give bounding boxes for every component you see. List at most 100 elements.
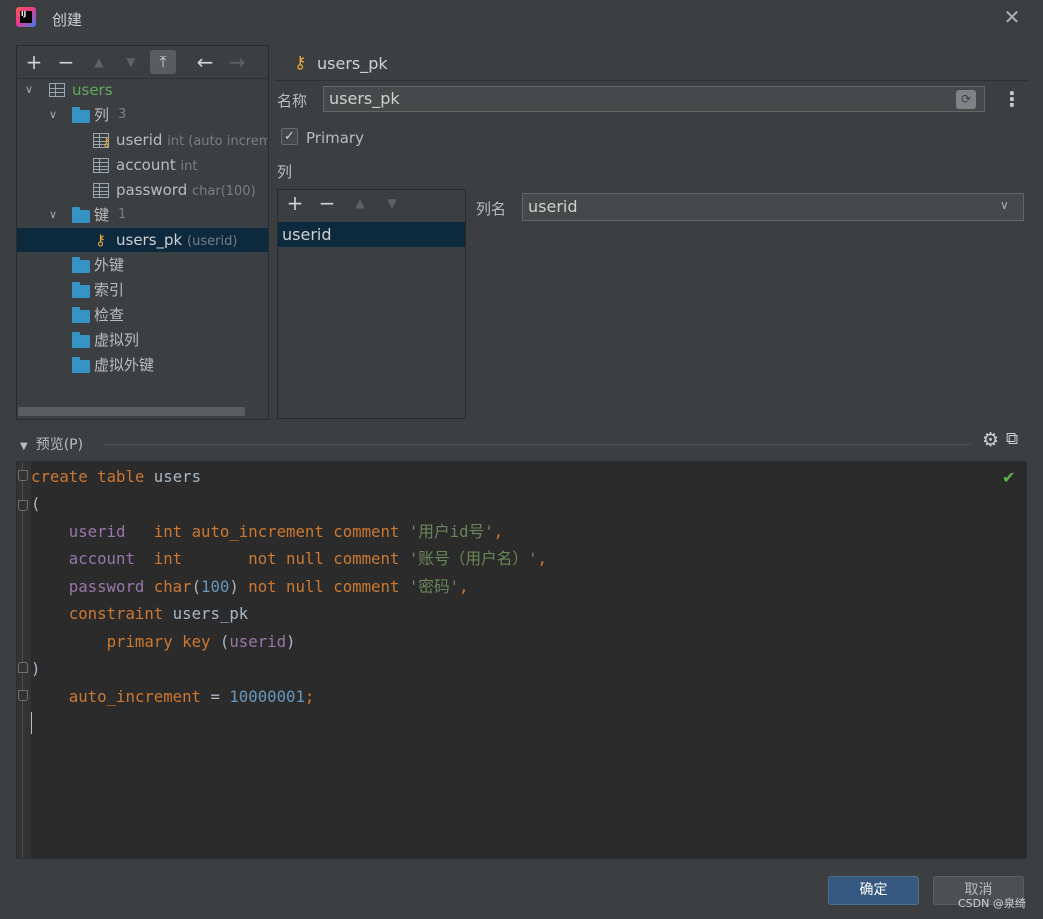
tree-item-virtual-columns[interactable]: 虚拟列 <box>17 328 268 352</box>
key-detail: (userid) <box>187 234 238 249</box>
tree-item-column[interactable]: password char(100) <box>17 178 268 202</box>
folder-icon <box>72 282 90 298</box>
detail-header-title: users_pk <box>317 54 388 73</box>
chevron-down-icon[interactable]: ∨ <box>49 203 61 221</box>
back-arrow-icon[interactable]: ← <box>192 50 218 74</box>
list-item[interactable]: userid <box>278 222 465 247</box>
tree-item-column[interactable]: ⚷ userid int (auto increme <box>17 128 268 152</box>
schema-tree-panel: + − ▲ ▼ ⤒ ← → ∨ users ∨ 列 3 ⚷ userid int… <box>16 45 269 420</box>
name-input[interactable]: users_pk <box>323 86 985 112</box>
column-name: userid <box>116 131 163 149</box>
tree-item-checks[interactable]: 检查 <box>17 303 268 327</box>
key-icon: ⚷ <box>102 135 111 149</box>
key-icon: ⚷ <box>294 53 307 73</box>
text-cursor <box>31 712 32 734</box>
show-pin-icon[interactable]: ⤒ <box>150 50 176 74</box>
tree-item-label: 索引 <box>94 281 125 299</box>
code-line: ( <box>31 494 41 513</box>
no-problems-check-icon: ✔ <box>1002 468 1016 487</box>
folder-icon <box>72 257 90 273</box>
tree-item-users[interactable]: ∨ users <box>17 78 268 102</box>
add-icon[interactable]: + <box>282 191 308 215</box>
folder-icon <box>72 357 90 373</box>
key-icon: ⚷ <box>95 231 106 249</box>
remove-icon[interactable]: − <box>53 50 79 74</box>
column-icon <box>93 158 109 173</box>
triangle-down-icon: ▼ <box>20 441 28 452</box>
count-badge: 1 <box>118 207 127 222</box>
divider <box>103 444 971 445</box>
remove-icon[interactable]: − <box>314 191 340 215</box>
tree-item-columns-folder[interactable]: ∨ 列 3 <box>17 103 268 127</box>
tree-item-label: 虚拟外键 <box>94 356 155 374</box>
add-icon[interactable]: + <box>21 50 47 74</box>
code-line: account int not null comment '账号（用户名）', <box>68 549 547 568</box>
tree-item-foreign-keys[interactable]: 外键 <box>17 253 268 277</box>
column-name: account <box>116 156 176 174</box>
tree-item-key[interactable]: ⚷ users_pk (userid) <box>17 228 268 252</box>
code-line: primary key (userid) <box>106 632 296 651</box>
code-line: constraint users_pk <box>68 604 249 623</box>
tree-item-virtual-foreign-keys[interactable]: 虚拟外键 <box>17 353 268 377</box>
move-up-icon[interactable]: ▲ <box>86 50 112 74</box>
tree-item-label: users <box>72 81 113 99</box>
column-type: int (auto increme <box>167 134 268 149</box>
gear-icon[interactable]: ⚙ <box>982 429 999 451</box>
folder-icon <box>72 307 90 323</box>
code-line: auto_increment = 10000001; <box>68 687 315 706</box>
tree-item-label: 外键 <box>94 256 125 274</box>
code-line: ) <box>31 659 41 678</box>
column-name-select[interactable]: userid <box>522 193 1024 221</box>
move-down-icon[interactable]: ▼ <box>118 50 144 74</box>
more-options-icon[interactable]: ⋮ <box>1002 88 1022 110</box>
forward-arrow-icon[interactable]: → <box>224 50 250 74</box>
tree-item-indexes[interactable]: 索引 <box>17 278 268 302</box>
primary-label: Primary <box>306 129 364 147</box>
name-label: 名称 <box>277 92 308 110</box>
divider <box>275 80 1028 81</box>
chevron-down-icon[interactable]: ∨ <box>49 103 61 121</box>
preview-toggle[interactable]: ▼ 预览(P) <box>20 434 83 454</box>
watermark: CSDN @泉绮 <box>958 897 1026 910</box>
regenerate-name-icon[interactable]: ⟳ <box>956 90 976 109</box>
table-icon <box>49 83 65 97</box>
key-name: users_pk <box>116 231 183 249</box>
tree-item-label: 键 <box>94 206 110 224</box>
tree-item-label: 列 <box>94 106 110 124</box>
code-line: password char(100) not null comment '密码'… <box>68 577 469 596</box>
column-name: password <box>116 181 188 199</box>
fold-marker-icon[interactable] <box>18 662 28 673</box>
ok-button[interactable]: 确定 <box>828 876 919 905</box>
code-line: create table users <box>31 467 202 486</box>
fold-marker-icon[interactable] <box>18 470 28 481</box>
fold-marker-icon[interactable] <box>18 690 28 701</box>
folder-icon <box>72 107 90 123</box>
column-name-label: 列名 <box>476 200 507 218</box>
close-icon[interactable]: ✕ <box>1003 7 1021 27</box>
code-line: userid int auto_increment comment '用户id号… <box>68 522 504 541</box>
folder-icon <box>72 207 90 223</box>
column-type: int <box>180 159 198 174</box>
title-bar <box>0 0 1043 38</box>
column-type: char(100) <box>192 184 256 199</box>
primary-checkbox[interactable]: ✓ <box>281 128 298 145</box>
fold-marker-icon[interactable] <box>18 500 28 511</box>
chevron-down-icon[interactable]: ∨ <box>1000 198 1009 212</box>
move-up-icon[interactable]: ▲ <box>347 191 373 215</box>
app-icon: IJ <box>16 7 36 27</box>
tree-item-keys-folder[interactable]: ∨ 键 1 <box>17 203 268 227</box>
window-title: 创建 <box>52 11 83 29</box>
column-icon <box>93 183 109 198</box>
tree-item-label: 检查 <box>94 306 125 324</box>
tree-item-column[interactable]: account int <box>17 153 268 177</box>
horizontal-scrollbar[interactable] <box>18 407 245 416</box>
tree-item-label: 虚拟列 <box>94 331 140 349</box>
open-in-window-icon[interactable]: ⧉ <box>1006 429 1018 449</box>
count-badge: 3 <box>118 107 127 122</box>
editor-gutter <box>17 462 31 858</box>
columns-label: 列 <box>277 163 293 181</box>
chevron-down-icon[interactable]: ∨ <box>25 78 37 96</box>
gutter-line <box>22 462 23 858</box>
move-down-icon[interactable]: ▼ <box>379 191 405 215</box>
folder-icon <box>72 332 90 348</box>
